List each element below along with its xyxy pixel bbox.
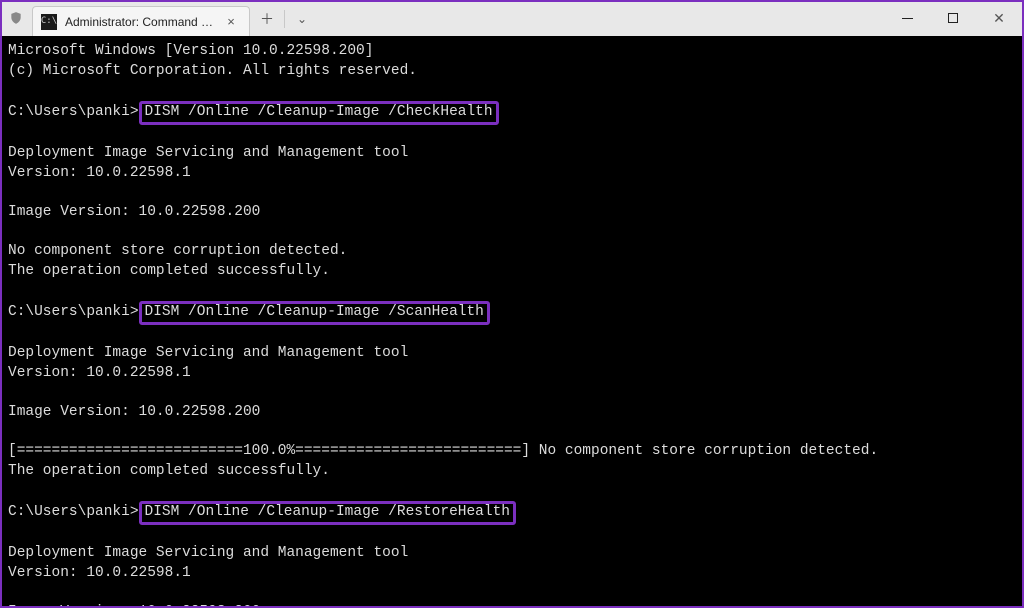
prompt-1: C:\Users\panki>DISM /Online /Cleanup-Ima… bbox=[8, 104, 499, 120]
dism-version-line-2: Version: 10.0.22598.1 bbox=[8, 365, 191, 381]
close-button[interactable]: ✕ bbox=[976, 2, 1022, 34]
titlebar-left: C:\ Administrator: Command Prompt × ＋ ⌄ bbox=[2, 2, 319, 36]
dism-version-line-3: Version: 10.0.22598.1 bbox=[8, 565, 191, 581]
window-controls: ✕ bbox=[884, 2, 1022, 36]
minimize-button[interactable] bbox=[884, 2, 930, 34]
titlebar: C:\ Administrator: Command Prompt × ＋ ⌄ … bbox=[2, 2, 1022, 36]
maximize-button[interactable] bbox=[930, 2, 976, 34]
image-version-line-3: Image Version: 10.0.22598.200 bbox=[8, 604, 260, 606]
new-tab-button[interactable]: ＋ bbox=[250, 2, 284, 36]
copyright-line: (c) Microsoft Corporation. All rights re… bbox=[8, 63, 417, 79]
dism-tool-line-3: Deployment Image Servicing and Managemen… bbox=[8, 545, 408, 561]
highlight-cmd-checkhealth: DISM /Online /Cleanup-Image /CheckHealth bbox=[139, 101, 499, 125]
tab-title: Administrator: Command Prompt bbox=[65, 15, 215, 29]
dism-tool-line: Deployment Image Servicing and Managemen… bbox=[8, 145, 408, 161]
dism-tool-line-2: Deployment Image Servicing and Managemen… bbox=[8, 345, 408, 361]
prompt-2: C:\Users\panki>DISM /Online /Cleanup-Ima… bbox=[8, 304, 490, 320]
dism-version-line: Version: 10.0.22598.1 bbox=[8, 165, 191, 181]
no-corruption-line: No component store corruption detected. bbox=[8, 243, 347, 259]
op-complete-line-1: The operation completed successfully. bbox=[8, 263, 330, 279]
tab-close-button[interactable]: × bbox=[223, 14, 239, 29]
image-version-line-2: Image Version: 10.0.22598.200 bbox=[8, 404, 260, 420]
cmd-icon: C:\ bbox=[41, 14, 57, 30]
image-version-line: Image Version: 10.0.22598.200 bbox=[8, 204, 260, 220]
tab-command-prompt[interactable]: C:\ Administrator: Command Prompt × bbox=[32, 6, 250, 36]
os-header-line: Microsoft Windows [Version 10.0.22598.20… bbox=[8, 43, 373, 59]
highlight-cmd-scanhealth: DISM /Online /Cleanup-Image /ScanHealth bbox=[139, 301, 490, 325]
shield-icon bbox=[8, 10, 24, 26]
progress-scan-line: [==========================100.0%=======… bbox=[8, 443, 878, 459]
highlight-cmd-restorehealth: DISM /Online /Cleanup-Image /RestoreHeal… bbox=[139, 501, 516, 525]
prompt-3: C:\Users\panki>DISM /Online /Cleanup-Ima… bbox=[8, 504, 516, 520]
terminal-output[interactable]: Microsoft Windows [Version 10.0.22598.20… bbox=[2, 36, 1022, 606]
op-complete-line-2: The operation completed successfully. bbox=[8, 463, 330, 479]
tab-dropdown-button[interactable]: ⌄ bbox=[285, 2, 319, 36]
